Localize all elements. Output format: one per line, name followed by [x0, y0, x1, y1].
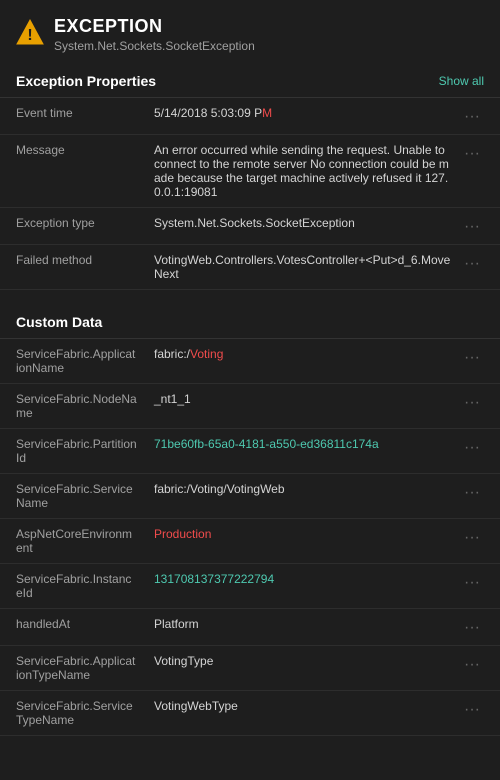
section-divider [0, 290, 500, 306]
row-menu-dots[interactable]: ··· [460, 392, 484, 420]
row-menu-dots[interactable]: ··· [460, 482, 484, 510]
row-label-message: Message [16, 143, 146, 199]
row-menu-dots[interactable]: ··· [460, 437, 484, 465]
table-row: AspNetCoreEnvironment Production ··· [0, 519, 500, 564]
table-row: ServiceFabric.ApplicationName fabric:/Vo… [0, 339, 500, 384]
exception-properties-section: Exception Properties Show all Event time… [0, 65, 500, 290]
row-value-node-name: _nt1_1 [154, 392, 452, 420]
header-text-block: EXCEPTION System.Net.Sockets.SocketExcep… [54, 16, 255, 53]
table-row: ServiceFabric.ApplicationTypeName Voting… [0, 646, 500, 691]
row-label-app-name: ServiceFabric.ApplicationName [16, 347, 146, 375]
row-label-service-name: ServiceFabric.ServiceName [16, 482, 146, 510]
row-value-event-time: 5/14/2018 5:03:09 PM [154, 106, 452, 126]
custom-data-title: Custom Data [16, 314, 102, 330]
table-row: ServiceFabric.ServiceTypeName VotingWebT… [0, 691, 500, 736]
row-menu-dots[interactable]: ··· [460, 572, 484, 600]
row-value-service-type-name: VotingWebType [154, 699, 452, 727]
exception-title: EXCEPTION [54, 16, 255, 37]
row-menu-dots[interactable]: ··· [460, 347, 484, 375]
table-row: Message An error occurred while sending … [0, 135, 500, 208]
row-label-node-name: ServiceFabric.NodeName [16, 392, 146, 420]
row-value-exception-type: System.Net.Sockets.SocketException [154, 216, 452, 236]
warning-triangle-icon: ! [16, 18, 44, 46]
row-menu-dots[interactable]: ··· [460, 617, 484, 637]
row-menu-dots[interactable]: ··· [460, 699, 484, 727]
exception-subtitle: System.Net.Sockets.SocketException [54, 39, 255, 53]
row-value-aspnetcore-env: Production [154, 527, 452, 555]
table-row: ServiceFabric.InstanceId 131708137377222… [0, 564, 500, 609]
row-value-app-name: fabric:/Voting [154, 347, 452, 375]
row-label-exception-type: Exception type [16, 216, 146, 236]
row-label-aspnetcore-env: AspNetCoreEnvironment [16, 527, 146, 555]
table-row: ServiceFabric.NodeName _nt1_1 ··· [0, 384, 500, 429]
exception-properties-title: Exception Properties [16, 73, 156, 89]
row-value-failed-method: VotingWeb.Controllers.VotesController+<P… [154, 253, 452, 281]
row-menu-dots[interactable]: ··· [460, 527, 484, 555]
row-menu-dots[interactable]: ··· [460, 253, 484, 281]
table-row: Failed method VotingWeb.Controllers.Vote… [0, 245, 500, 290]
row-value-partition-id: 71be60fb-65a0-4181-a550-ed36811c174a [154, 437, 452, 465]
row-menu-dots[interactable]: ··· [460, 216, 484, 236]
show-all-link[interactable]: Show all [439, 74, 484, 88]
row-label-app-type-name: ServiceFabric.ApplicationTypeName [16, 654, 146, 682]
row-value-message: An error occurred while sending the requ… [154, 143, 452, 199]
svg-text:!: ! [27, 27, 32, 44]
row-label-instance-id: ServiceFabric.InstanceId [16, 572, 146, 600]
table-row: ServiceFabric.PartitionId 71be60fb-65a0-… [0, 429, 500, 474]
table-row: ServiceFabric.ServiceName fabric:/Voting… [0, 474, 500, 519]
custom-data-header: Custom Data [0, 306, 500, 339]
row-value-app-type-name: VotingType [154, 654, 452, 682]
row-label-handled-at: handledAt [16, 617, 146, 637]
row-label-event-time: Event time [16, 106, 146, 126]
table-row: Exception type System.Net.Sockets.Socket… [0, 208, 500, 245]
exception-header: ! EXCEPTION System.Net.Sockets.SocketExc… [0, 0, 500, 65]
row-menu-dots[interactable]: ··· [460, 143, 484, 199]
row-menu-dots[interactable]: ··· [460, 654, 484, 682]
row-label-partition-id: ServiceFabric.PartitionId [16, 437, 146, 465]
table-row: Event time 5/14/2018 5:03:09 PM ··· [0, 98, 500, 135]
row-value-handled-at: Platform [154, 617, 452, 637]
custom-data-section: Custom Data ServiceFabric.ApplicationNam… [0, 306, 500, 736]
table-row: handledAt Platform ··· [0, 609, 500, 646]
exception-properties-header: Exception Properties Show all [0, 65, 500, 98]
row-menu-dots[interactable]: ··· [460, 106, 484, 126]
row-value-service-name: fabric:/Voting/VotingWeb [154, 482, 452, 510]
row-label-service-type-name: ServiceFabric.ServiceTypeName [16, 699, 146, 727]
row-value-instance-id: 131708137377222794 [154, 572, 452, 600]
row-label-failed-method: Failed method [16, 253, 146, 281]
